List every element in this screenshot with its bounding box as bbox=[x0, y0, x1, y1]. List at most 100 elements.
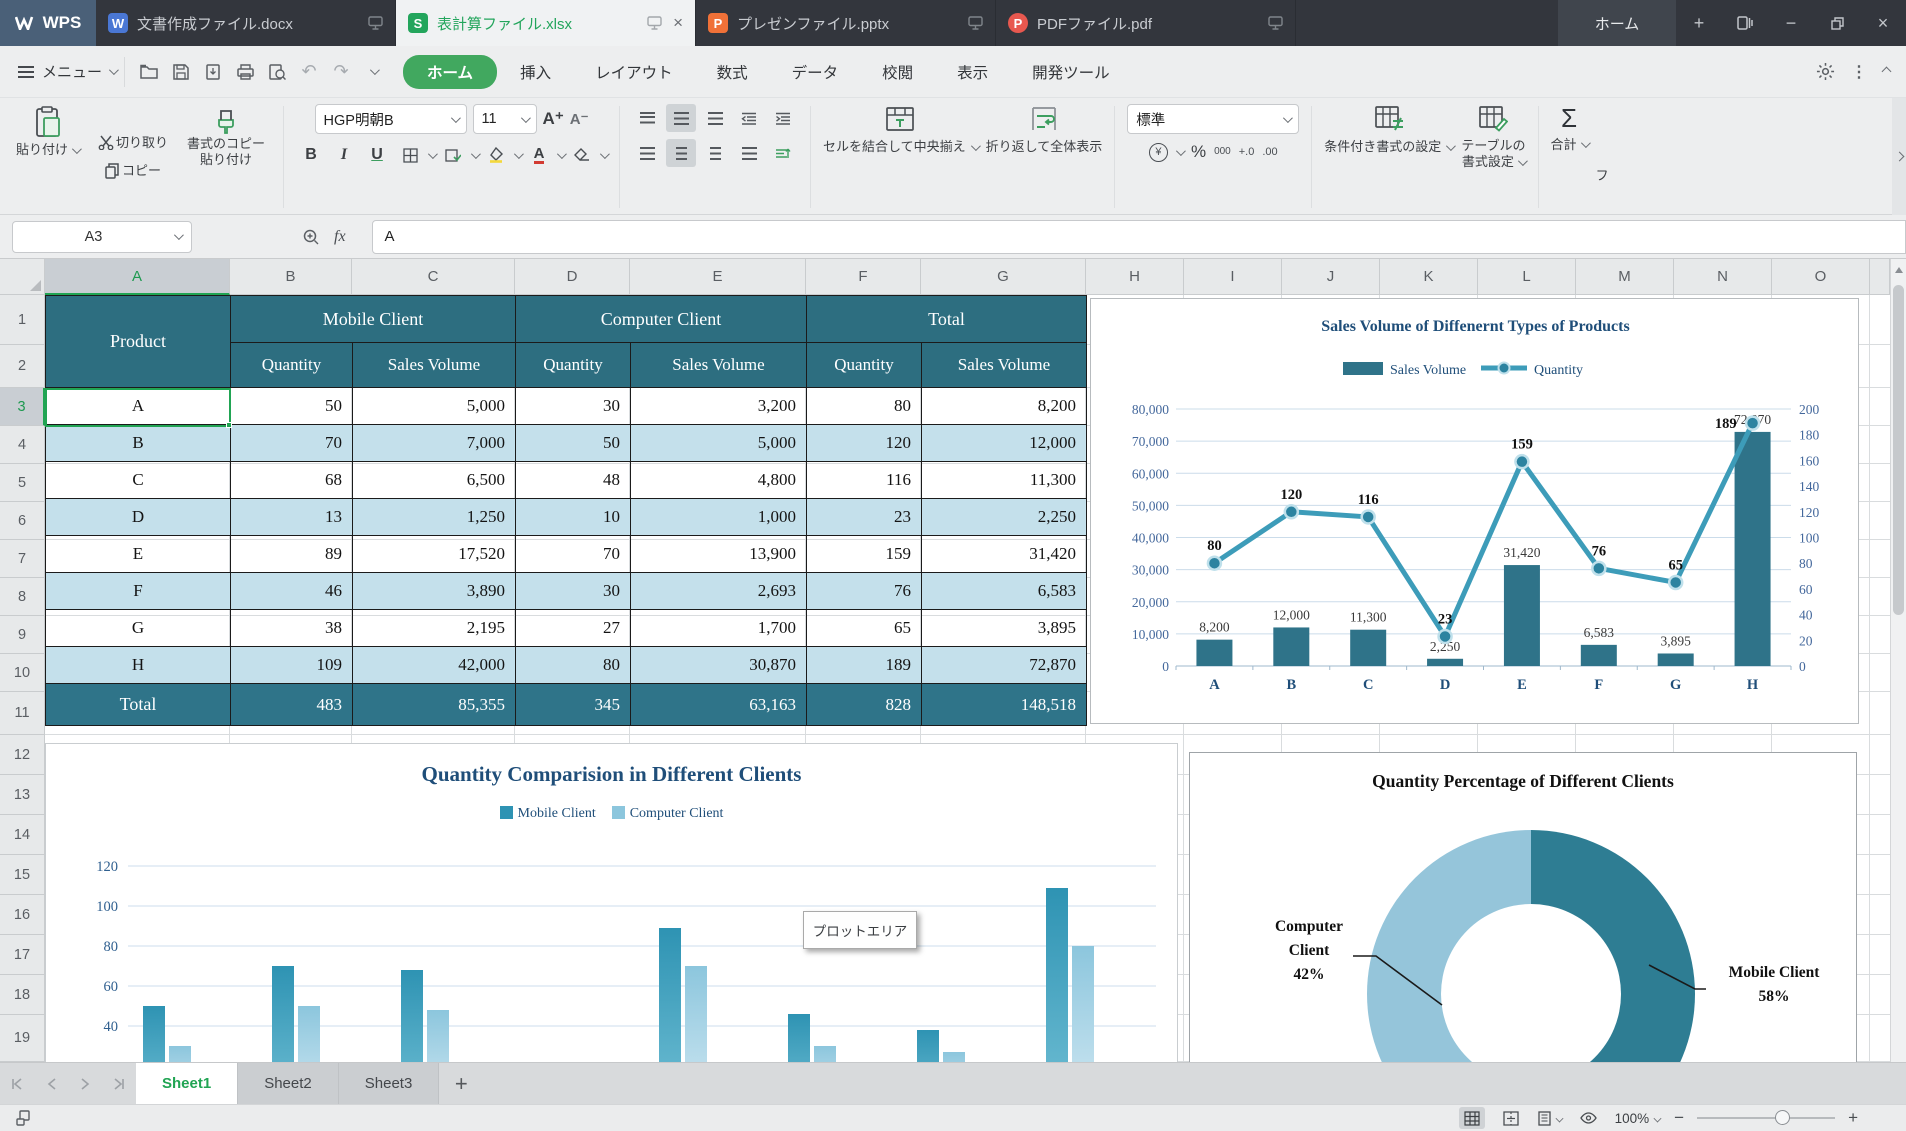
table-cell[interactable]: 120 bbox=[807, 425, 922, 462]
table-cell[interactable]: 116 bbox=[807, 462, 922, 499]
fx-icon[interactable]: fx bbox=[334, 228, 346, 246]
eye-protection-button[interactable] bbox=[1576, 1107, 1602, 1129]
column-header-K[interactable]: K bbox=[1380, 259, 1478, 295]
gear-icon[interactable] bbox=[1816, 62, 1835, 81]
monitor-icon[interactable] bbox=[368, 16, 383, 30]
row-header-13[interactable]: 13 bbox=[0, 775, 45, 815]
table-cell-total[interactable]: 483 bbox=[231, 684, 353, 726]
underline-button[interactable]: U bbox=[362, 141, 392, 169]
table-cell[interactable]: 50 bbox=[231, 388, 353, 425]
table-cell[interactable]: G bbox=[46, 610, 231, 647]
close-tab-icon[interactable]: × bbox=[673, 13, 683, 33]
header-sub-1-1[interactable]: Sales Volume bbox=[631, 343, 807, 388]
more-options-icon[interactable]: ⋮ bbox=[1851, 62, 1867, 82]
justify-button[interactable] bbox=[734, 139, 764, 167]
table-cell[interactable]: 89 bbox=[231, 536, 353, 573]
zoom-slider-thumb[interactable] bbox=[1775, 1110, 1790, 1125]
collapse-ribbon-icon[interactable] bbox=[1882, 67, 1892, 77]
row-header-16[interactable]: 16 bbox=[0, 895, 45, 935]
row-header-6[interactable]: 6 bbox=[0, 502, 45, 540]
page-break-view-button[interactable] bbox=[1498, 1107, 1524, 1129]
table-cell[interactable]: 30,870 bbox=[631, 647, 807, 684]
column-header-F[interactable]: F bbox=[806, 259, 921, 295]
row-header-15[interactable]: 15 bbox=[0, 855, 45, 895]
header-sub-1-0[interactable]: Quantity bbox=[516, 343, 631, 388]
chart-quantity-comparison[interactable]: Quantity Comparision in Different Client… bbox=[45, 743, 1178, 1062]
table-cell[interactable]: 2,693 bbox=[631, 573, 807, 610]
table-cell[interactable]: 70 bbox=[231, 425, 353, 462]
doc-tab-pdf[interactable]: P PDFファイル.pdf bbox=[996, 0, 1296, 46]
sheet-tab-2[interactable]: Sheet2 bbox=[238, 1063, 339, 1104]
add-sheet-button[interactable]: + bbox=[439, 1063, 483, 1104]
row-header-8[interactable]: 8 bbox=[0, 578, 45, 616]
column-header-D[interactable]: D bbox=[515, 259, 630, 295]
ribbon-tab-home[interactable]: ホーム bbox=[403, 55, 497, 89]
font-color-button[interactable]: A bbox=[524, 141, 554, 169]
row-header-19[interactable]: 19 bbox=[0, 1015, 45, 1062]
main-menu-button[interactable]: メニュー bbox=[0, 61, 116, 82]
table-cell[interactable]: 76 bbox=[807, 573, 922, 610]
table-cell-total[interactable]: 63,163 bbox=[631, 684, 807, 726]
table-cell[interactable]: 30 bbox=[516, 573, 631, 610]
close-window-button[interactable]: × bbox=[1860, 0, 1906, 46]
monitor-icon[interactable] bbox=[1268, 16, 1283, 30]
table-cell-total[interactable]: 828 bbox=[807, 684, 922, 726]
doc-tab-presentation[interactable]: P プレゼンファイル.pptx bbox=[696, 0, 996, 46]
column-header-M[interactable]: M bbox=[1576, 259, 1674, 295]
currency-format-button[interactable]: ¥ bbox=[1149, 143, 1168, 162]
table-cell[interactable]: 11,300 bbox=[922, 462, 1087, 499]
macro-record-icon[interactable] bbox=[16, 1110, 32, 1126]
percent-format-button[interactable]: % bbox=[1191, 142, 1206, 162]
row-header-9[interactable]: 9 bbox=[0, 616, 45, 654]
chevron-down-icon[interactable] bbox=[1518, 156, 1528, 166]
table-cell[interactable]: H bbox=[46, 647, 231, 684]
font-name-select[interactable]: HGP明朝B bbox=[315, 104, 467, 134]
merge-center-label[interactable]: セルを結合して中央揃え bbox=[823, 139, 966, 155]
chevron-down-icon[interactable] bbox=[428, 149, 438, 159]
cell-style-button[interactable] bbox=[438, 141, 468, 169]
table-cell[interactable]: 1,250 bbox=[353, 499, 516, 536]
table-cell[interactable]: 159 bbox=[807, 536, 922, 573]
increase-font-button[interactable]: A⁺ bbox=[543, 109, 564, 129]
last-sheet-button[interactable] bbox=[102, 1063, 136, 1104]
row-header-7[interactable]: 7 bbox=[0, 540, 45, 578]
table-cell[interactable]: 70 bbox=[516, 536, 631, 573]
chevron-down-icon[interactable] bbox=[971, 141, 981, 151]
header-group-1[interactable]: Computer Client bbox=[516, 296, 807, 343]
column-header-N[interactable]: N bbox=[1674, 259, 1772, 295]
chevron-down-icon[interactable] bbox=[600, 149, 610, 159]
row-header-10[interactable]: 10 bbox=[0, 654, 45, 692]
table-cell[interactable]: 42,000 bbox=[353, 647, 516, 684]
table-cell[interactable]: 46 bbox=[231, 573, 353, 610]
page-layout-view-button[interactable] bbox=[1537, 1107, 1563, 1129]
table-format-label-1[interactable]: テーブルの bbox=[1461, 138, 1525, 154]
first-sheet-button[interactable] bbox=[0, 1063, 34, 1104]
column-header-C[interactable]: C bbox=[352, 259, 515, 295]
table-cell[interactable]: 6,500 bbox=[353, 462, 516, 499]
ribbon-tab-review[interactable]: 校閲 bbox=[861, 55, 934, 89]
ribbon-tab-devtools[interactable]: 開発ツール bbox=[1011, 55, 1131, 89]
chevron-down-icon[interactable] bbox=[1581, 138, 1591, 148]
format-painter-button[interactable]: 書式のコピー 貼り付け bbox=[181, 104, 271, 171]
decrease-decimal-button[interactable]: .00 bbox=[1262, 146, 1277, 158]
column-header-B[interactable]: B bbox=[230, 259, 352, 295]
column-header-E[interactable]: E bbox=[630, 259, 806, 295]
redo-button[interactable]: ↷ bbox=[328, 59, 354, 85]
sum-label[interactable]: 合計 bbox=[1551, 137, 1577, 153]
next-sheet-button[interactable] bbox=[68, 1063, 102, 1104]
column-header-J[interactable]: J bbox=[1282, 259, 1380, 295]
number-format-select[interactable]: 標準 bbox=[1127, 104, 1299, 134]
conditional-format-label[interactable]: 条件付き書式の設定 bbox=[1324, 139, 1441, 155]
row-header-18[interactable]: 18 bbox=[0, 975, 45, 1015]
save-button[interactable] bbox=[168, 59, 194, 85]
table-format-label-2[interactable]: 書式設定 bbox=[1462, 154, 1514, 170]
restore-button[interactable] bbox=[1814, 0, 1860, 46]
table-cell[interactable]: 68 bbox=[231, 462, 353, 499]
column-header-L[interactable]: L bbox=[1478, 259, 1576, 295]
print-preview-button[interactable] bbox=[264, 59, 290, 85]
header-group-2[interactable]: Total bbox=[807, 296, 1087, 343]
table-cell[interactable]: 27 bbox=[516, 610, 631, 647]
ribbon-tab-insert[interactable]: 挿入 bbox=[499, 55, 572, 89]
chevron-down-icon[interactable] bbox=[514, 149, 524, 159]
wrap-text-label[interactable]: 折り返して全体表示 bbox=[986, 139, 1103, 155]
